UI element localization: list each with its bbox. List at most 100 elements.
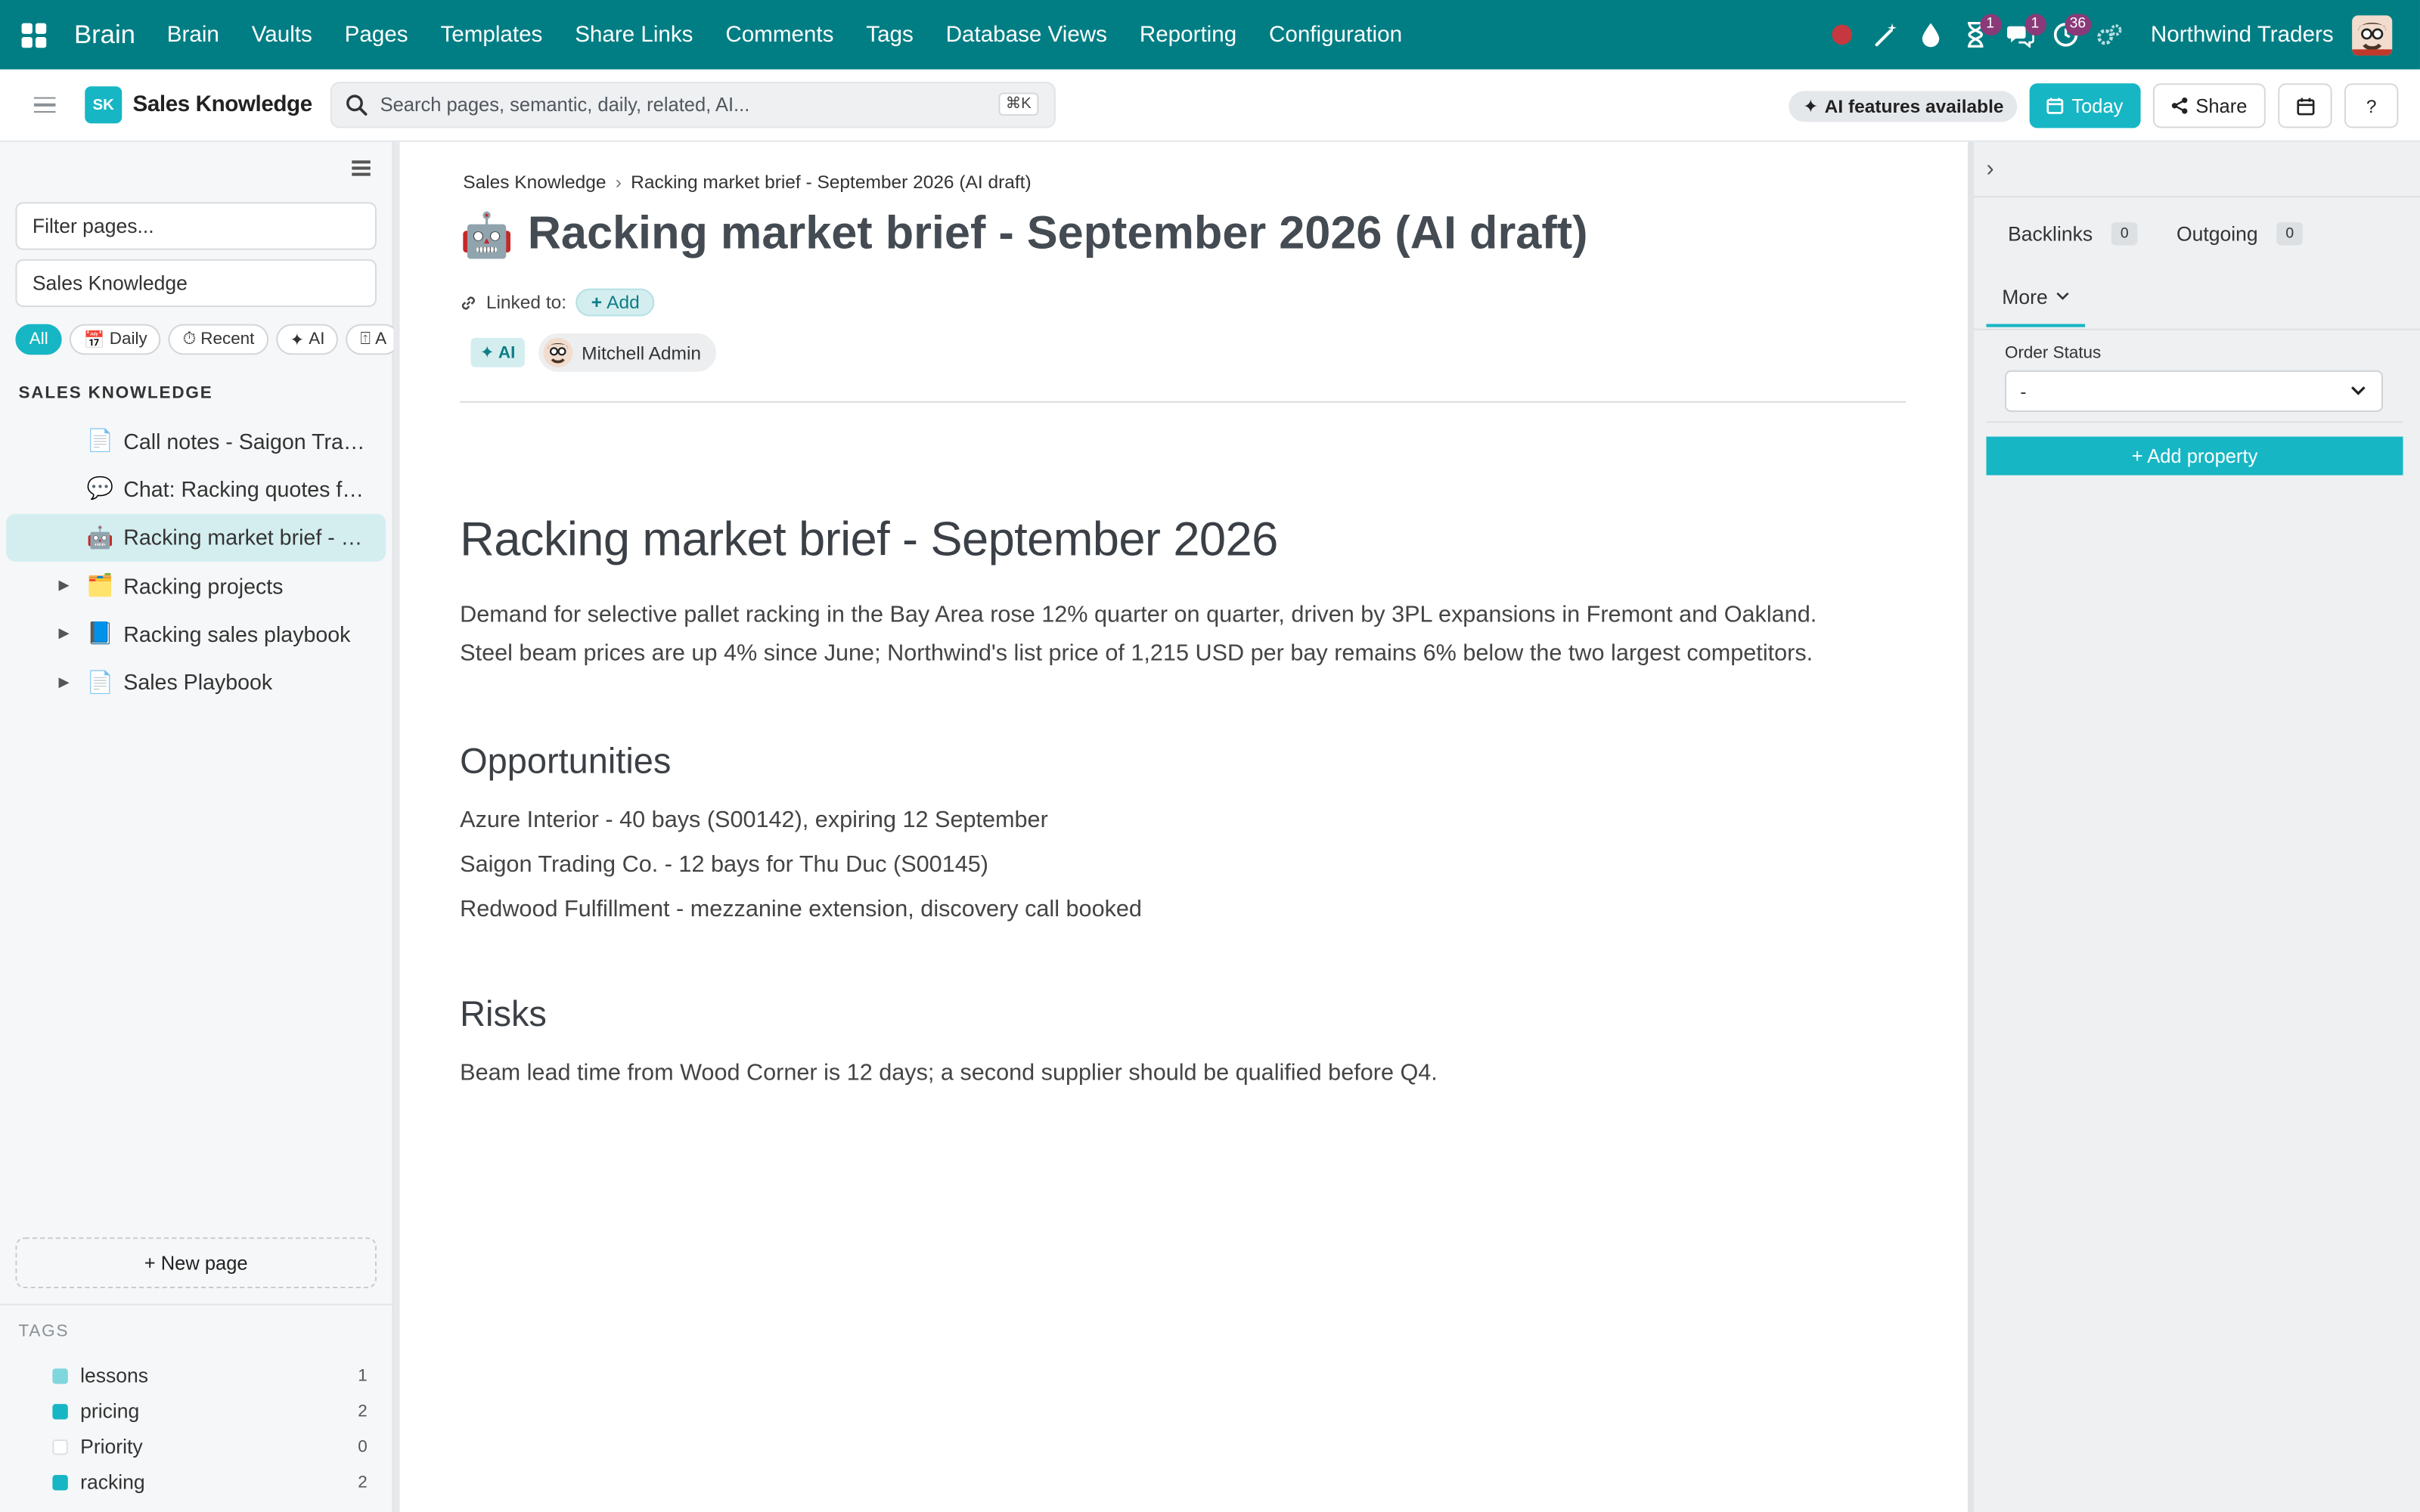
tab-outgoing[interactable]: Outgoing 0: [2176, 222, 2304, 246]
tag-color-swatch: [52, 1403, 68, 1419]
vault-select[interactable]: Sales Knowledge: [15, 259, 377, 308]
search-input[interactable]: Search pages, semantic, daily, related, …: [330, 82, 1056, 129]
expand-caret-icon[interactable]: ▶: [59, 625, 70, 642]
chip-daily[interactable]: 📅 Daily: [70, 324, 162, 355]
doc-risks-paragraph: Beam lead time from Wood Corner is 12 da…: [460, 1060, 1438, 1086]
search-icon: [346, 94, 368, 116]
calendar-emoji-icon: 📅: [83, 330, 105, 350]
plus-icon: +: [591, 291, 603, 314]
tag-count: 2: [358, 1472, 368, 1492]
tag-count: 2: [358, 1402, 368, 1421]
tree-item[interactable]: ▶ 📄 Sales Playbook: [6, 658, 386, 706]
author-avatar: [543, 337, 572, 367]
tree-item-label: Sales Playbook: [123, 669, 273, 695]
menu-tags[interactable]: Tags: [850, 23, 929, 48]
sparkle-icon: ✦: [1802, 94, 1819, 117]
page-tree: 📄 Call notes - Saigon Trading Co. 💬 Chat…: [6, 417, 386, 706]
company-name[interactable]: Northwind Traders: [2151, 23, 2334, 48]
droplet-icon[interactable]: [1909, 0, 1953, 70]
page-editor: Sales Knowledge › Racking market brief -…: [399, 141, 1969, 1512]
menu-templates[interactable]: Templates: [424, 23, 559, 48]
share-label: Share: [2195, 94, 2248, 117]
document-body[interactable]: Racking market brief - September 2026 De…: [460, 513, 1910, 1092]
recording-indicator-icon[interactable]: [1819, 0, 1863, 70]
menu-configuration[interactable]: Configuration: [1253, 23, 1419, 48]
tab-backlinks[interactable]: Backlinks 0: [2008, 222, 2138, 246]
toolbar-actions: ✦ AI features available Today Share ?: [1789, 83, 2399, 129]
add-link-button[interactable]: + Add: [576, 288, 656, 317]
doc-heading: Racking market brief - September 2026: [460, 512, 1278, 566]
tag-item[interactable]: pricing 2: [52, 1393, 368, 1429]
share-button[interactable]: Share: [2152, 83, 2266, 129]
tag-item[interactable]: racking 2: [52, 1464, 368, 1500]
today-label: Today: [2071, 94, 2124, 117]
tag-color-swatch: [52, 1473, 68, 1490]
chip-ai[interactable]: ✦ AI: [275, 324, 339, 355]
chip-a[interactable]: ⍐ A: [346, 324, 394, 355]
vault-logo[interactable]: SK: [85, 86, 123, 124]
calendar-button[interactable]: [2278, 83, 2332, 129]
menu-share-links[interactable]: Share Links: [559, 23, 709, 48]
chevron-right-icon[interactable]: ›: [1987, 156, 1994, 182]
expand-caret-icon[interactable]: ▶: [59, 577, 70, 593]
page-toolbar: SK Sales Knowledge Search pages, semanti…: [0, 69, 2420, 142]
menu-brain[interactable]: Brain: [150, 23, 235, 48]
sidebar-menu-icon[interactable]: [33, 96, 56, 113]
tree-item[interactable]: 💬 Chat: Racking quotes for Azure Interio…: [6, 465, 386, 513]
collapse-sidebar-icon[interactable]: [352, 160, 371, 176]
timer-clock-icon[interactable]: 36: [2043, 0, 2091, 70]
tree-item[interactable]: 📄 Call notes - Saigon Trading Co.: [6, 417, 386, 465]
folder-icon: 🗂️: [86, 572, 114, 597]
ai-features-badge[interactable]: ✦ AI features available: [1789, 90, 2018, 122]
page-title[interactable]: 🤖 Racking market brief - September 2026 …: [460, 209, 1587, 261]
share-icon: [2171, 97, 2187, 114]
tag-count: 0: [358, 1437, 368, 1456]
activity-hourglass-icon[interactable]: 1: [1953, 0, 2001, 70]
author-chip[interactable]: Mitchell Admin: [538, 333, 717, 372]
sidebar-resize-handle[interactable]: [393, 141, 400, 1512]
robot-icon[interactable]: 🤖: [460, 209, 513, 260]
settings-gears-icon[interactable]: [2087, 0, 2132, 70]
user-avatar[interactable]: [2352, 14, 2393, 55]
tree-item[interactable]: ▶ 📘 Racking sales playbook: [6, 609, 386, 658]
tree-item-label: Call notes - Saigon Trading Co.: [123, 428, 374, 454]
tab-more[interactable]: More: [1986, 268, 2086, 327]
tree-item-label: Racking sales playbook: [123, 621, 351, 646]
outgoing-count: 0: [2276, 222, 2304, 246]
messages-icon[interactable]: 1: [1998, 0, 2046, 70]
expand-caret-icon[interactable]: ▶: [59, 674, 70, 690]
app-brand[interactable]: Brain: [68, 20, 135, 51]
tag-color-swatch: [52, 1368, 68, 1383]
magic-wand-icon[interactable]: [1863, 0, 1908, 70]
filter-chips: All 📅 Daily ⏱ Recent ✦ AI ⍐ A: [15, 324, 394, 355]
document-icon: 📄: [86, 427, 114, 453]
tree-item-active[interactable]: 🤖 Racking market brief - September 2026 …: [6, 513, 386, 562]
chip-all[interactable]: All: [15, 324, 63, 355]
filter-pages-input[interactable]: Filter pages...: [15, 202, 377, 250]
list-item: Azure Interior - 40 bays (S00142), expir…: [460, 807, 1048, 834]
doc-paragraph: Demand for selective pallet racking in t…: [460, 596, 1910, 673]
breadcrumb-current: Racking market brief - September 2026 (A…: [631, 171, 1032, 194]
tree-item-label: Chat: Racking quotes for Azure Interior: [123, 476, 374, 502]
help-button[interactable]: ?: [2344, 83, 2399, 129]
chip-recent[interactable]: ⏱ Recent: [169, 324, 268, 355]
right-panel: › Backlinks 0 Outgoing 0 More Order Stat…: [1968, 141, 2420, 1512]
menu-database-views[interactable]: Database Views: [929, 23, 1123, 48]
list-item: Redwood Fulfillment - mezzanine extensio…: [460, 896, 1142, 923]
menu-reporting[interactable]: Reporting: [1123, 23, 1252, 48]
author-name: Mitchell Admin: [582, 342, 702, 364]
apps-menu-icon[interactable]: [0, 0, 68, 70]
new-page-button[interactable]: + New page: [15, 1237, 377, 1289]
navbar-systray: 1 1 36 Northwind Traders: [1819, 0, 2420, 70]
menu-comments[interactable]: Comments: [709, 23, 850, 48]
tree-item[interactable]: ▶ 🗂️ Racking projects: [6, 562, 386, 610]
menu-pages[interactable]: Pages: [328, 23, 424, 48]
order-status-select[interactable]: -: [2004, 370, 2383, 412]
tag-item[interactable]: Priority 0: [52, 1429, 368, 1464]
add-property-button[interactable]: + Add property: [1986, 436, 2403, 476]
breadcrumb-vault[interactable]: Sales Knowledge: [463, 172, 606, 194]
vault-name[interactable]: Sales Knowledge: [133, 92, 313, 117]
today-button[interactable]: Today: [2030, 83, 2140, 129]
menu-vaults[interactable]: Vaults: [235, 23, 328, 48]
tag-item[interactable]: lessons 1: [52, 1358, 368, 1393]
